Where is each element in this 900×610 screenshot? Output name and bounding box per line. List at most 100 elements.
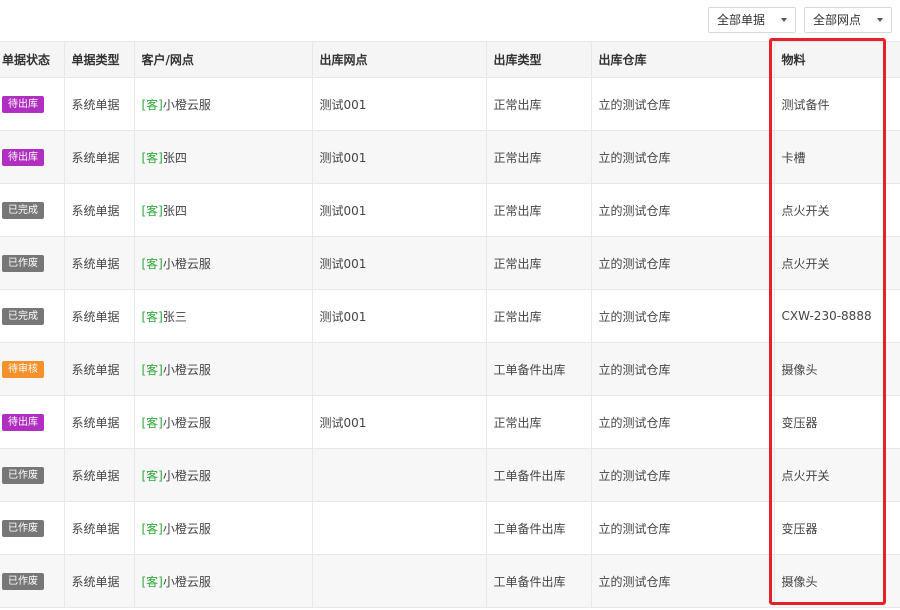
table-row[interactable]: 已作废 系统单据 [客]小橙云服 工单备件出库 立的测试仓库 摄像头 [0, 554, 900, 608]
cell-warehouse: 立的测试仓库 [591, 501, 775, 555]
cell-status: 待出库 [0, 130, 65, 184]
status-badge: 已作废 [2, 466, 44, 484]
cell-material: 变压器 [774, 501, 900, 555]
cell-status: 待出库 [0, 77, 65, 131]
col-header-doc-type[interactable]: 单据类型 [64, 41, 135, 78]
customer-tag: [客] [141, 468, 163, 483]
customer-name: 张四 [162, 150, 187, 165]
cell-warehouse: 立的测试仓库 [591, 77, 775, 131]
cell-customer[interactable]: [客]小橙云服 [134, 554, 313, 608]
doc-type-select-value: 全部单据 [717, 13, 766, 27]
status-badge: 已完成 [2, 201, 44, 219]
cell-status: 待审核 [0, 342, 65, 396]
cell-out-type: 正常出库 [486, 183, 592, 237]
cell-customer[interactable]: [客]张四 [134, 183, 313, 237]
customer-tag: [客] [141, 256, 163, 271]
cell-material: 变压器 [774, 395, 900, 449]
customer-tag: [客] [141, 521, 163, 536]
cell-customer[interactable]: [客]小橙云服 [134, 501, 313, 555]
customer-name: 小橙云服 [162, 362, 211, 377]
cell-out-type: 正常出库 [486, 289, 592, 343]
cell-customer[interactable]: [客]小橙云服 [134, 448, 313, 502]
outbound-table: 单据状态 单据类型 客户/网点 出库网点 出库类型 出库仓库 物料 待出库 系统单… [0, 41, 900, 608]
customer-tag: [客] [141, 203, 163, 218]
cell-customer[interactable]: [客]小橙云服 [134, 77, 313, 131]
doc-type-select[interactable]: 全部单据 [708, 7, 796, 33]
cell-customer[interactable]: [客]张三 [134, 289, 313, 343]
status-badge: 待审核 [2, 360, 44, 378]
cell-doc-type: 系统单据 [64, 501, 135, 555]
cell-status: 已作废 [0, 554, 65, 608]
cell-material: 卡槽 [774, 130, 900, 184]
cell-warehouse: 立的测试仓库 [591, 289, 775, 343]
col-header-material[interactable]: 物料 [774, 41, 900, 78]
cell-doc-type: 系统单据 [64, 289, 135, 343]
cell-out-point [312, 448, 487, 502]
cell-doc-type: 系统单据 [64, 236, 135, 290]
caret-down-icon [877, 18, 883, 22]
table-body: 待出库 系统单据 [客]小橙云服 测试001 正常出库 立的测试仓库 测试备件 待出库 系统单据… [0, 77, 900, 608]
cell-out-type: 工单备件出库 [486, 554, 592, 608]
cell-doc-type: 系统单据 [64, 342, 135, 396]
cell-warehouse: 立的测试仓库 [591, 342, 775, 396]
cell-out-point: 测试001 [312, 236, 487, 290]
status-badge: 待出库 [2, 413, 44, 431]
cell-out-type: 工单备件出库 [486, 342, 592, 396]
cell-doc-type: 系统单据 [64, 130, 135, 184]
customer-name: 小橙云服 [162, 256, 211, 271]
cell-customer[interactable]: [客]张四 [134, 130, 313, 184]
cell-out-type: 正常出库 [486, 77, 592, 131]
cell-warehouse: 立的测试仓库 [591, 554, 775, 608]
cell-material: 点火开关 [774, 236, 900, 290]
cell-customer[interactable]: [客]小橙云服 [134, 342, 313, 396]
table-row[interactable]: 已作废 系统单据 [客]小橙云服 工单备件出库 立的测试仓库 变压器 [0, 501, 900, 555]
cell-material: 点火开关 [774, 448, 900, 502]
col-header-status[interactable]: 单据状态 [0, 41, 65, 78]
table-header-row: 单据状态 单据类型 客户/网点 出库网点 出库类型 出库仓库 物料 [0, 41, 900, 78]
col-header-warehouse[interactable]: 出库仓库 [591, 41, 775, 78]
table-row[interactable]: 待出库 系统单据 [客]小橙云服 测试001 正常出库 立的测试仓库 测试备件 [0, 77, 900, 131]
cell-out-point: 测试001 [312, 130, 487, 184]
cell-out-point: 测试001 [312, 77, 487, 131]
cell-out-type: 工单备件出库 [486, 501, 592, 555]
col-header-customer[interactable]: 客户/网点 [134, 41, 313, 78]
cell-out-point: 测试001 [312, 183, 487, 237]
cell-status: 已作废 [0, 236, 65, 290]
customer-name: 小橙云服 [162, 574, 211, 589]
table-row[interactable]: 已作废 系统单据 [客]小橙云服 工单备件出库 立的测试仓库 点火开关 [0, 448, 900, 502]
table-row[interactable]: 已完成 系统单据 [客]张四 测试001 正常出库 立的测试仓库 点火开关 [0, 183, 900, 237]
cell-out-type: 工单备件出库 [486, 448, 592, 502]
cell-warehouse: 立的测试仓库 [591, 448, 775, 502]
cell-warehouse: 立的测试仓库 [591, 183, 775, 237]
customer-name: 小橙云服 [162, 415, 211, 430]
table-row[interactable]: 待出库 系统单据 [客]小橙云服 测试001 正常出库 立的测试仓库 变压器 [0, 395, 900, 449]
cell-status: 已完成 [0, 183, 65, 237]
cell-doc-type: 系统单据 [64, 448, 135, 502]
customer-tag: [客] [141, 574, 163, 589]
col-header-out-point[interactable]: 出库网点 [312, 41, 487, 78]
cell-out-type: 正常出库 [486, 130, 592, 184]
cell-warehouse: 立的测试仓库 [591, 236, 775, 290]
cell-material: 摄像头 [774, 342, 900, 396]
cell-material: 点火开关 [774, 183, 900, 237]
cell-out-point: 测试001 [312, 289, 487, 343]
cell-customer[interactable]: [客]小橙云服 [134, 236, 313, 290]
network-select[interactable]: 全部网点 [804, 7, 892, 33]
caret-down-icon [781, 18, 787, 22]
status-badge: 待出库 [2, 95, 44, 113]
cell-status: 已作废 [0, 448, 65, 502]
customer-name: 小橙云服 [162, 521, 211, 536]
cell-material: 摄像头 [774, 554, 900, 608]
cell-doc-type: 系统单据 [64, 77, 135, 131]
status-badge: 待出库 [2, 148, 44, 166]
cell-customer[interactable]: [客]小橙云服 [134, 395, 313, 449]
table-row[interactable]: 待出库 系统单据 [客]张四 测试001 正常出库 立的测试仓库 卡槽 [0, 130, 900, 184]
status-badge: 已作废 [2, 519, 44, 537]
table-row[interactable]: 待审核 系统单据 [客]小橙云服 工单备件出库 立的测试仓库 摄像头 [0, 342, 900, 396]
cell-out-type: 正常出库 [486, 236, 592, 290]
table-row[interactable]: 已完成 系统单据 [客]张三 测试001 正常出库 立的测试仓库 CXW-230-8888 [0, 289, 900, 343]
cell-out-point [312, 554, 487, 608]
customer-name: 张四 [162, 203, 187, 218]
table-row[interactable]: 已作废 系统单据 [客]小橙云服 测试001 正常出库 立的测试仓库 点火开关 [0, 236, 900, 290]
col-header-out-type[interactable]: 出库类型 [486, 41, 592, 78]
